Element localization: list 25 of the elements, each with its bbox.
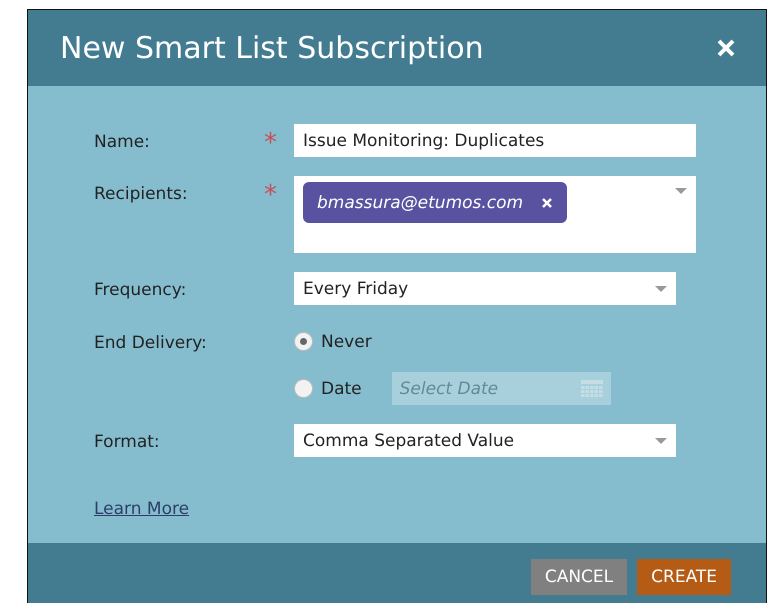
name-field[interactable]: Issue Monitoring: Duplicates (294, 124, 696, 157)
required-mark: * (264, 127, 278, 156)
radio-button[interactable] (294, 332, 313, 351)
field-label: Format: (94, 431, 161, 452)
close-icon[interactable] (716, 38, 736, 58)
field-label: Frequency: (94, 279, 188, 300)
dropdown-caret-icon[interactable] (655, 438, 667, 444)
recipient-token: bmassura@etumos.com (303, 182, 568, 223)
required-mark: * (264, 179, 278, 208)
field-label: Name: (94, 131, 151, 152)
radio-button[interactable] (294, 379, 313, 398)
cancel-button[interactable]: CANCEL (530, 559, 628, 595)
radio-label[interactable]: Date (321, 378, 362, 398)
dialog-title: New Smart List Subscription (60, 30, 484, 66)
create-button[interactable]: CREATE (637, 559, 731, 595)
radio-label[interactable]: Never (321, 332, 372, 352)
field-label: Recipients: (94, 183, 189, 204)
field-label: End Delivery: (94, 332, 208, 353)
format-select[interactable]: Comma Separated Value (294, 424, 676, 457)
frequency-select[interactable]: Every Friday (294, 272, 676, 305)
learn-more-link[interactable]: Learn More (94, 499, 190, 519)
dropdown-caret-icon[interactable] (675, 188, 687, 194)
dropdown-caret-icon[interactable] (655, 286, 667, 292)
remove-icon[interactable] (541, 196, 554, 208)
recipients-field[interactable]: bmassura@etumos.com (294, 176, 696, 253)
